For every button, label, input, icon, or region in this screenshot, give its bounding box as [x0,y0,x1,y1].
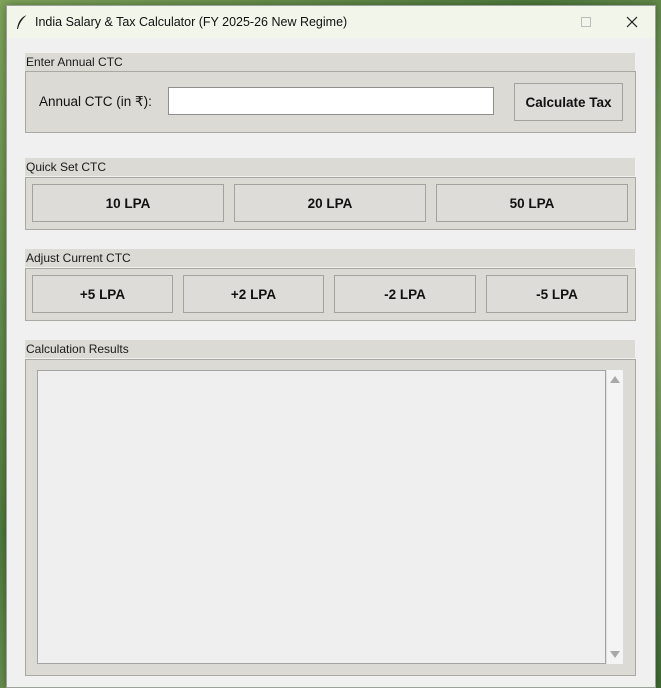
title-bar[interactable]: India Salary & Tax Calculator (FY 2025-2… [7,6,655,38]
annual-ctc-label: Annual CTC (in ₹): [39,94,152,109]
calculate-tax-button[interactable]: Calculate Tax [514,83,623,121]
minimize-icon [535,21,545,23]
scroll-down-arrow-icon[interactable] [610,651,620,658]
adjust-ctc-section: +5 LPA +2 LPA -2 LPA -5 LPA [25,268,636,321]
quick-set-section: 10 LPA 20 LPA 50 LPA [25,177,636,230]
feather-icon [17,14,28,29]
quick-set-20-lpa-button[interactable]: 20 LPA [234,184,426,222]
ctc-section-label: Enter Annual CTC [25,53,635,71]
quick-set-10-lpa-button[interactable]: 10 LPA [32,184,224,222]
results-text-area[interactable] [37,370,606,664]
quick-set-label: Quick Set CTC [25,158,635,176]
adjust-plus-5-button[interactable]: +5 LPA [32,275,173,313]
close-button[interactable] [609,6,655,38]
minimize-button[interactable] [517,6,563,38]
adjust-plus-2-button[interactable]: +2 LPA [183,275,324,313]
ctc-section: Annual CTC (in ₹): Calculate Tax [25,71,636,133]
main-content: Enter Annual CTC Annual CTC (in ₹): Calc… [7,38,655,687]
results-scrollbar[interactable] [606,370,623,664]
maximize-button[interactable] [563,6,609,38]
adjust-ctc-label: Adjust Current CTC [25,249,635,267]
close-icon [626,16,638,28]
adjust-minus-2-button[interactable]: -2 LPA [334,275,476,313]
app-window: India Salary & Tax Calculator (FY 2025-2… [6,5,656,688]
adjust-minus-5-button[interactable]: -5 LPA [486,275,628,313]
annual-ctc-input[interactable] [168,87,494,115]
results-section [25,359,636,676]
scroll-up-arrow-icon[interactable] [610,376,620,383]
quick-set-50-lpa-button[interactable]: 50 LPA [436,184,628,222]
window-title: India Salary & Tax Calculator (FY 2025-2… [35,15,348,29]
results-label: Calculation Results [25,340,635,358]
maximize-icon [581,17,591,27]
